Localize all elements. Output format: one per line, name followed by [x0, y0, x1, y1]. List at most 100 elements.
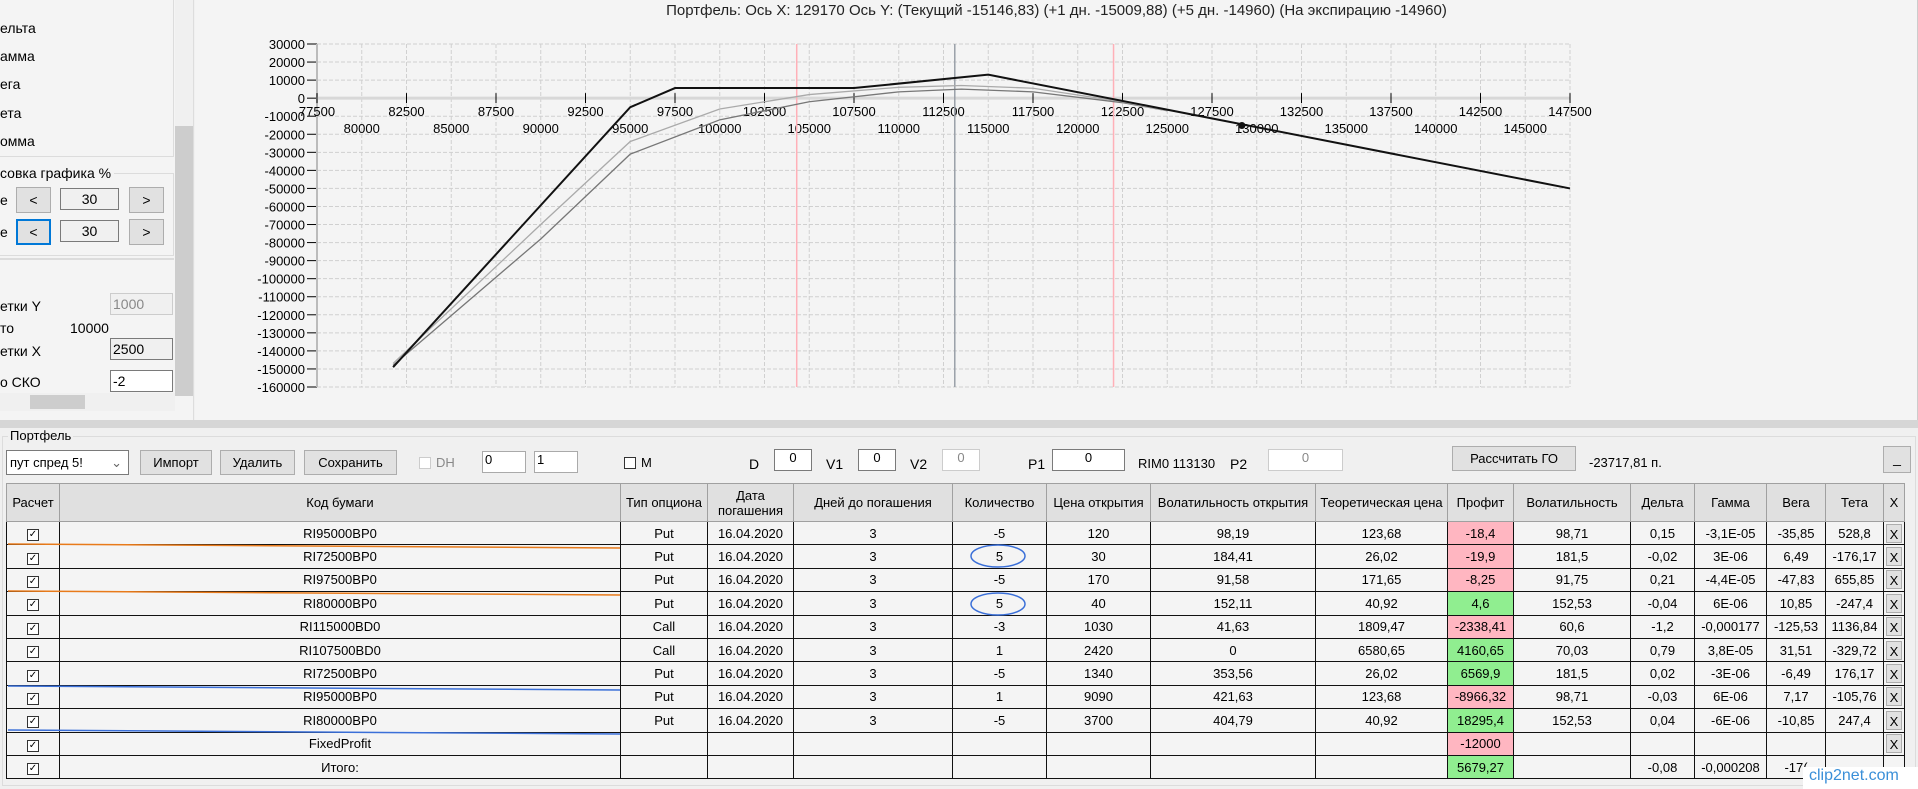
column-header[interactable]: X — [1883, 483, 1905, 522]
remove-row-button[interactable]: X — [1886, 547, 1902, 567]
calc-checkbox[interactable]: ✓ — [27, 739, 39, 752]
calc-checkbox[interactable]: ✓ — [27, 599, 39, 612]
cell-5[interactable]: 1 — [952, 684, 1047, 710]
calc-cell[interactable]: ✓ — [6, 684, 60, 710]
scale-row2-increase-button[interactable]: > — [129, 219, 164, 245]
p1-input[interactable]: 0 — [1052, 449, 1125, 471]
remove-row-button[interactable]: X — [1886, 570, 1902, 590]
minimize-button[interactable]: _ — [1883, 446, 1911, 473]
column-header[interactable]: Гамма — [1694, 483, 1767, 522]
grid-y-input[interactable]: 1000 — [110, 293, 173, 315]
portfolio-select[interactable]: пут спред 5! ⌄ — [6, 450, 129, 475]
remove-cell[interactable]: X — [1883, 637, 1905, 663]
cell-5[interactable]: 5 — [952, 591, 1047, 616]
remove-row-button[interactable]: X — [1886, 710, 1902, 730]
column-header[interactable]: Волатильность — [1513, 483, 1631, 522]
vertical-scroll-thumb[interactable] — [175, 126, 193, 396]
v2-input[interactable]: 0 — [942, 449, 980, 471]
calc-cell[interactable]: ✓ — [6, 544, 60, 569]
d-input[interactable]: 0 — [774, 449, 812, 471]
horizontal-scroll-thumb[interactable] — [30, 395, 85, 409]
scale-row2-decrease-button[interactable]: < — [16, 219, 51, 245]
horizontal-scrollbar[interactable] — [0, 393, 175, 411]
calc-checkbox[interactable]: ✓ — [27, 552, 39, 565]
calc-cell[interactable]: ✓ — [6, 567, 60, 593]
scale-row1-increase-button[interactable]: > — [129, 187, 164, 213]
remove-cell[interactable]: X — [1883, 684, 1905, 710]
spinner-2[interactable]: 1 — [534, 451, 578, 473]
remove-cell[interactable]: X — [1883, 614, 1905, 639]
spinner-1[interactable]: 0 — [482, 451, 526, 473]
table-row[interactable]: ✓ RI115000BD0 Call 16.04.2020 3 -3 1030 41,63 18… — [6, 614, 1905, 639]
cell-5[interactable]: -5 — [952, 567, 1047, 593]
remove-cell[interactable]: X — [1883, 661, 1905, 686]
calc-cell[interactable]: ✓ — [6, 708, 60, 733]
calc-checkbox[interactable]: ✓ — [27, 529, 39, 542]
remove-row-button[interactable]: X — [1886, 523, 1902, 543]
calc-cell[interactable]: ✓ — [6, 731, 60, 756]
table-row[interactable]: ✓ RI80000BP0 Put 16.04.2020 3 -5 3700 404,79 40,… — [6, 708, 1905, 733]
sko-input[interactable]: -2 — [110, 370, 173, 392]
dh-checkbox[interactable] — [419, 457, 431, 469]
remove-row-button[interactable]: X — [1886, 664, 1902, 684]
v1-input[interactable]: 0 — [858, 449, 896, 471]
calc-checkbox[interactable]: ✓ — [27, 622, 39, 635]
cell-5[interactable] — [952, 754, 1047, 780]
table-row[interactable]: ✓ RI95000BP0 Put 16.04.2020 3 -5 120 98,19 123,6… — [6, 520, 1905, 546]
column-header[interactable]: Код бумаги — [59, 483, 621, 522]
calc-checkbox[interactable]: ✓ — [27, 646, 39, 659]
table-row[interactable]: ✓ RI72500BP0 Put 16.04.2020 3 -5 1340 353,56 26,… — [6, 661, 1905, 686]
calc-checkbox[interactable]: ✓ — [27, 575, 39, 588]
table-row[interactable]: ✓ Итого: 5679,27 -0,08 -0,000208 -17( — [6, 754, 1905, 780]
cell-5[interactable]: -3 — [952, 614, 1047, 639]
calc-checkbox[interactable]: ✓ — [27, 716, 39, 729]
column-header[interactable]: Расчет — [6, 483, 60, 522]
column-header[interactable]: Дельта — [1630, 483, 1695, 522]
scale-row1-value[interactable]: 30 — [60, 188, 119, 210]
table-row[interactable]: ✓ RI97500BP0 Put 16.04.2020 3 -5 170 91,58 171,6… — [6, 567, 1905, 593]
remove-cell[interactable]: X — [1883, 731, 1905, 756]
import-button[interactable]: Импорт — [140, 450, 212, 475]
remove-cell[interactable]: X — [1883, 708, 1905, 733]
calc-cell[interactable]: ✓ — [6, 637, 60, 663]
column-header[interactable]: Количество — [952, 483, 1047, 522]
cell-5[interactable]: 5 — [952, 544, 1047, 569]
splitter[interactable] — [0, 420, 1918, 428]
remove-row-button[interactable]: X — [1886, 617, 1902, 637]
calc-cell[interactable]: ✓ — [6, 591, 60, 616]
column-header[interactable]: Цена открытия — [1046, 483, 1151, 522]
remove-row-button[interactable]: X — [1886, 640, 1902, 660]
calc-checkbox[interactable]: ✓ — [27, 692, 39, 705]
cell-5[interactable]: -5 — [952, 708, 1047, 733]
calculate-go-button[interactable]: Рассчитать ГО — [1452, 446, 1576, 471]
table-row[interactable]: ✓ RI107500BD0 Call 16.04.2020 3 1 2420 0 6580,65… — [6, 637, 1905, 663]
remove-row-button[interactable]: X — [1886, 687, 1902, 707]
remove-cell[interactable]: X — [1883, 544, 1905, 569]
column-header[interactable]: Теоретическая цена — [1315, 483, 1448, 522]
remove-cell[interactable]: X — [1883, 520, 1905, 546]
remove-row-button[interactable]: X — [1886, 734, 1902, 754]
calc-cell[interactable]: ✓ — [6, 754, 60, 780]
cell-5[interactable]: -5 — [952, 520, 1047, 546]
delete-button[interactable]: Удалить — [220, 450, 295, 475]
table-row[interactable]: ✓ RI80000BP0 Put 16.04.2020 3 5 40 152,11 40,92 4… — [6, 591, 1905, 616]
calc-cell[interactable]: ✓ — [6, 614, 60, 639]
scale-row1-decrease-button[interactable]: < — [16, 187, 51, 213]
table-row[interactable]: ✓ FixedProfit -12000 X — [6, 731, 1905, 756]
column-header[interactable]: Волатильность открытия — [1150, 483, 1316, 522]
p2-input[interactable]: 0 — [1268, 449, 1343, 471]
table-row[interactable]: ✓ RI95000BP0 Put 16.04.2020 3 1 9090 421,63 123,… — [6, 684, 1905, 710]
column-header[interactable]: Тип опциона — [620, 483, 708, 522]
calc-checkbox[interactable]: ✓ — [27, 763, 39, 776]
calc-checkbox[interactable]: ✓ — [27, 669, 39, 682]
column-header[interactable]: Тета — [1825, 483, 1884, 522]
cell-5[interactable] — [952, 731, 1047, 756]
column-header[interactable]: Дата погашения — [707, 483, 794, 522]
calc-cell[interactable]: ✓ — [6, 661, 60, 686]
cell-5[interactable]: 1 — [952, 637, 1047, 663]
save-button[interactable]: Сохранить — [304, 450, 397, 475]
table-row[interactable]: ✓ RI72500BP0 Put 16.04.2020 3 5 30 184,41 26,02-… — [6, 544, 1905, 569]
column-header[interactable]: Профит — [1447, 483, 1514, 522]
m-checkbox[interactable] — [624, 457, 636, 469]
remove-cell[interactable]: X — [1883, 567, 1905, 593]
